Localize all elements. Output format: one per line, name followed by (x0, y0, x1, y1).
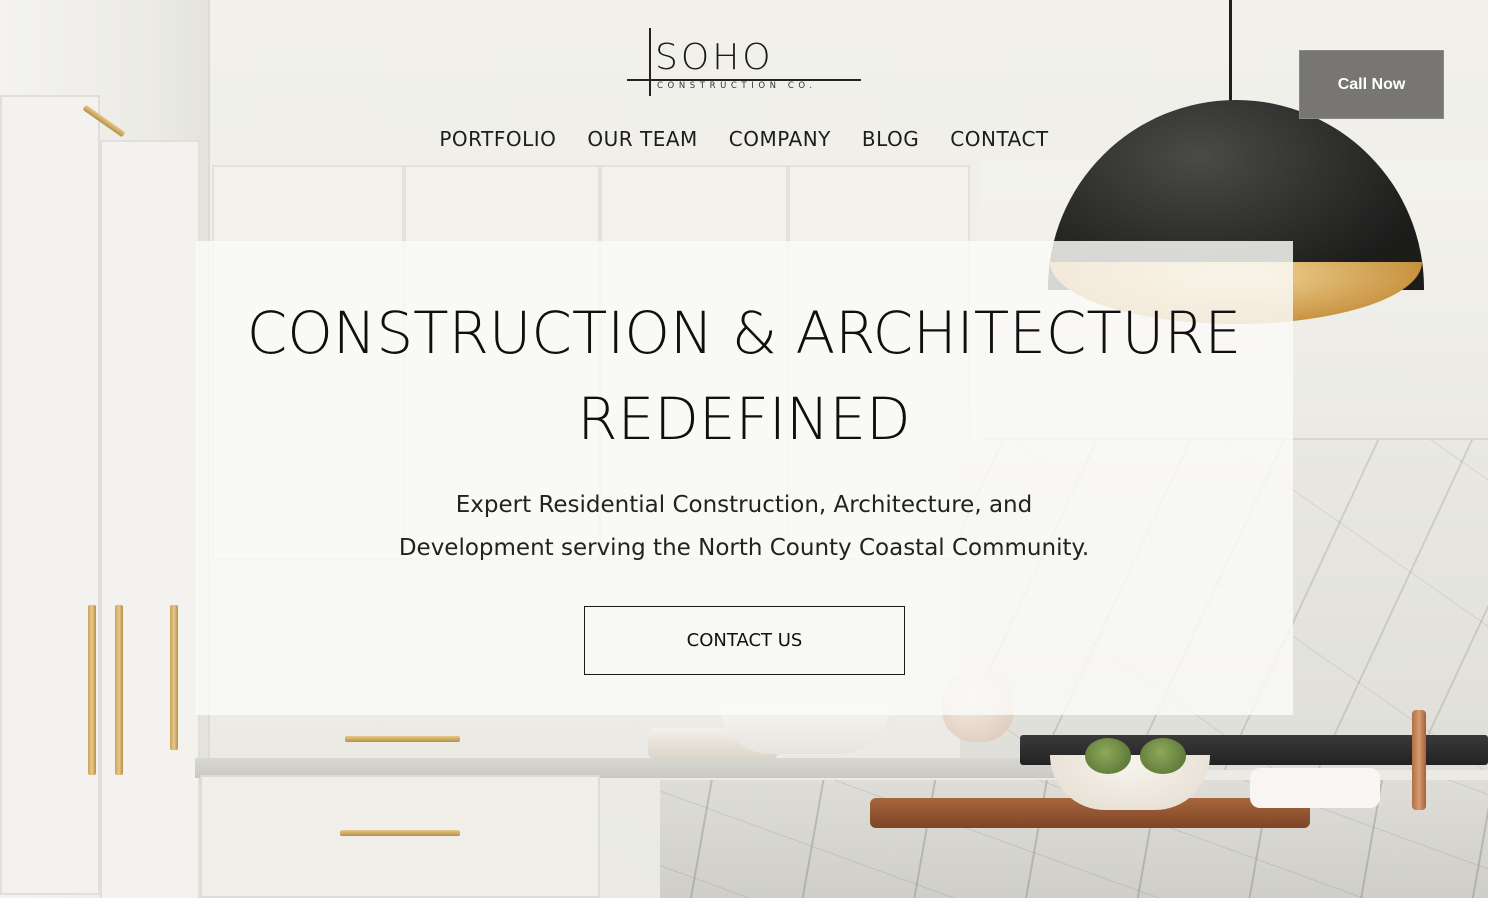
nav-contact[interactable]: CONTACT (950, 124, 1048, 154)
hero-headline-line2: REDEFINED (577, 385, 911, 453)
logo-line (649, 28, 651, 96)
logo[interactable]: SOHO CONSTRUCTION CO. (627, 28, 861, 96)
faucet (1412, 710, 1426, 810)
nav-company[interactable]: COMPANY (729, 124, 831, 154)
main-nav: PORTFOLIO OUR TEAM COMPANY BLOG CONTACT (0, 124, 1488, 154)
hero-headline-line1: CONSTRUCTION & ARCHITECTURE (246, 299, 1242, 367)
hero-subtext-line2: Development serving the North County Coa… (398, 535, 1090, 561)
nav-portfolio[interactable]: PORTFOLIO (439, 124, 556, 154)
towel (1250, 768, 1380, 808)
cabinet-handle (115, 605, 123, 775)
nav-blog[interactable]: BLOG (862, 124, 919, 154)
pendant-cord (1229, 0, 1232, 112)
nav-our-team[interactable]: OUR TEAM (587, 124, 697, 154)
hero-headline: CONSTRUCTION & ARCHITECTURE REDEFINED (0, 290, 1488, 462)
page: SOHO CONSTRUCTION CO. PORTFOLIO OUR TEAM… (0, 0, 1488, 898)
call-now-button[interactable]: Call Now (1299, 50, 1444, 119)
hero-subtext-line1: Expert Residential Construction, Archite… (455, 492, 1033, 518)
contact-us-button[interactable]: CONTACT US (584, 606, 905, 675)
drawer-handle (345, 736, 460, 742)
cabinet-handle (170, 605, 178, 750)
hero-subtext: Expert Residential Construction, Archite… (0, 484, 1488, 570)
drawer-handle (340, 830, 460, 836)
logo-subtitle: CONSTRUCTION CO. (657, 81, 817, 91)
lower-cabinet (200, 775, 600, 898)
logo-name: SOHO (655, 37, 774, 78)
artichoke (1085, 738, 1131, 774)
cabinet-handle (88, 605, 96, 775)
artichoke (1140, 738, 1186, 774)
